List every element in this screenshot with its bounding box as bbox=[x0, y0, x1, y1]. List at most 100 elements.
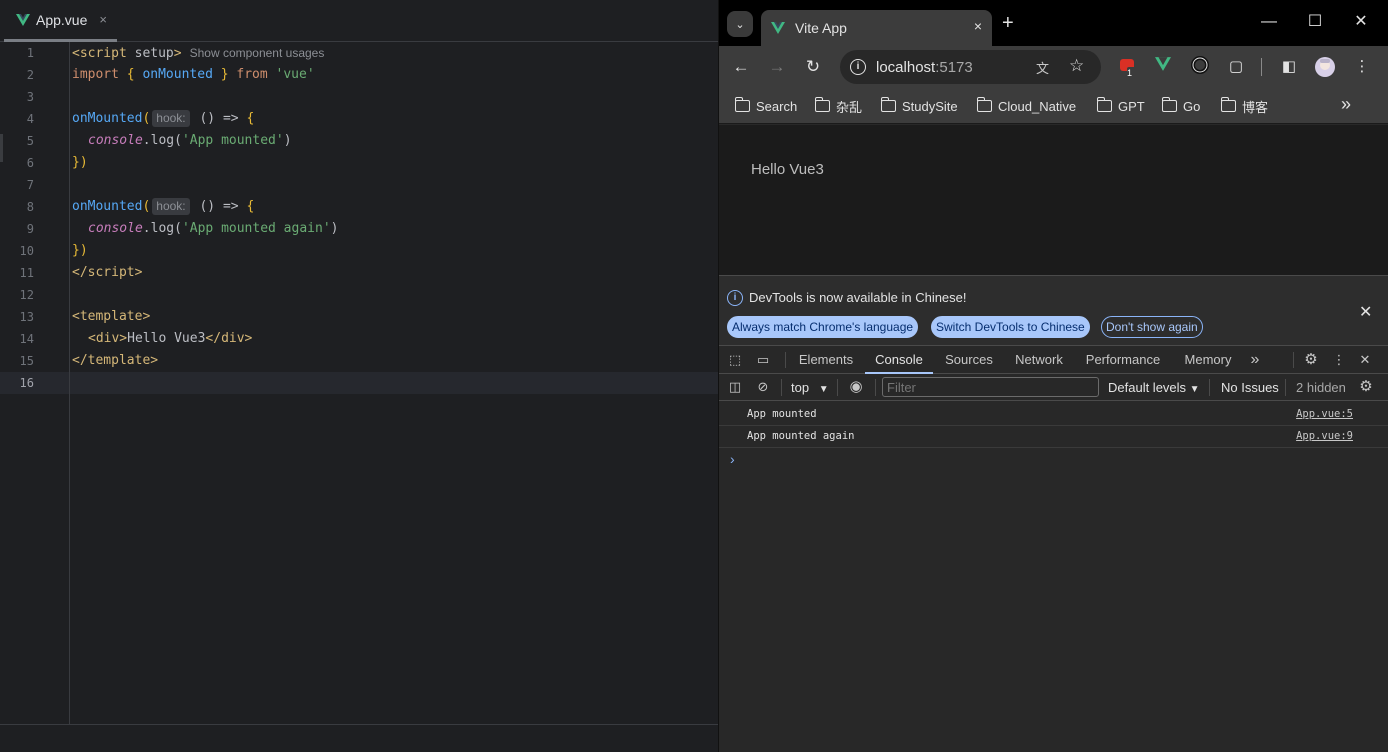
sidebar-toggle-icon[interactable]: ◫ bbox=[726, 378, 744, 396]
close-icon[interactable]: × bbox=[99, 12, 107, 27]
info-icon: i bbox=[727, 290, 743, 306]
code-token: script bbox=[87, 265, 135, 280]
code-token: Hello Vue3 bbox=[127, 331, 206, 346]
bookmarks-overflow-icon[interactable]: » bbox=[1341, 94, 1351, 115]
code-token: onMounted bbox=[72, 199, 143, 214]
code-line: </script> bbox=[72, 262, 142, 284]
code-line: <script setup> Show component usages bbox=[72, 42, 324, 64]
tab-console[interactable]: Console bbox=[865, 346, 933, 374]
code-line: import { onMounted } from 'vue' bbox=[72, 64, 315, 86]
code-token: > bbox=[142, 309, 151, 324]
more-tabs-icon[interactable]: » bbox=[1245, 346, 1265, 374]
log-levels-label: Default levels bbox=[1108, 380, 1187, 395]
settings-gear-icon[interactable]: ⚙ bbox=[1302, 351, 1320, 369]
extensions-puzzle-icon[interactable]: ▢ bbox=[1225, 56, 1247, 78]
code-line: console.log('App mounted') bbox=[88, 130, 292, 152]
minimize-button[interactable]: — bbox=[1257, 10, 1281, 34]
avatar-icon bbox=[1315, 57, 1335, 77]
console-message-text: App mounted again bbox=[747, 430, 855, 442]
code-token: > bbox=[173, 46, 182, 61]
parameter-hint: hook: bbox=[152, 198, 190, 215]
vue-favicon-icon bbox=[771, 22, 785, 34]
console-message: App mounted again App.vue:9 bbox=[719, 426, 1388, 448]
bookmark-folder-cloud-native[interactable]: Cloud_Native bbox=[976, 96, 1077, 116]
line-number: 11 bbox=[19, 266, 34, 280]
always-match-language-button[interactable]: Always match Chrome's language bbox=[727, 316, 919, 338]
tab-elements[interactable]: Elements bbox=[795, 346, 857, 374]
bookmark-label: 博客 bbox=[1242, 99, 1269, 115]
bookmark-label: GPT bbox=[1118, 98, 1145, 114]
code-line: }) bbox=[72, 240, 88, 262]
circle-extension-icon[interactable] bbox=[1189, 56, 1211, 78]
profile-avatar[interactable] bbox=[1314, 56, 1336, 78]
new-tab-button[interactable]: + bbox=[1002, 12, 1014, 34]
forward-arrow-icon[interactable]: → bbox=[765, 55, 789, 79]
folder-icon bbox=[814, 97, 830, 112]
tab-performance[interactable]: Performance bbox=[1081, 346, 1165, 374]
tab-search-button[interactable]: ⌄ bbox=[727, 11, 753, 37]
console-prompt[interactable]: › bbox=[730, 451, 735, 467]
log-levels-dropdown[interactable]: Default levels ▼ bbox=[1108, 374, 1200, 401]
context-selector[interactable]: top ▼ bbox=[791, 374, 829, 401]
code-token: .log( bbox=[142, 133, 182, 148]
console-filter-input[interactable] bbox=[882, 377, 1099, 397]
browser-tab-vite-app[interactable]: Vite App × bbox=[761, 10, 992, 46]
devtools-language-infobar: i DevTools is now available in Chinese! … bbox=[719, 276, 1388, 346]
close-devtools-icon[interactable]: ✕ bbox=[1356, 351, 1374, 369]
code-token: setup bbox=[126, 46, 174, 61]
side-panel-icon[interactable]: ◧ bbox=[1278, 56, 1300, 78]
close-icon[interactable]: × bbox=[974, 18, 982, 34]
code-token: ) bbox=[330, 221, 339, 236]
console-source-link[interactable]: App.vue:9 bbox=[1296, 430, 1353, 442]
code-token: import bbox=[72, 67, 119, 82]
tab-sources[interactable]: Sources bbox=[941, 346, 997, 374]
code-area[interactable]: <script setup> Show component usages impo… bbox=[70, 42, 718, 724]
device-toolbar-icon[interactable]: ▭ bbox=[754, 351, 772, 369]
browser-toolbar: ← → ↻ i localhost:5173 文 ☆ 1 ▢ ◧ ⋮ bbox=[719, 46, 1388, 88]
clear-console-icon[interactable]: ⊘ bbox=[754, 378, 772, 396]
inspect-element-icon[interactable]: ⬚ bbox=[726, 351, 744, 369]
bookmark-star-icon[interactable]: ☆ bbox=[1069, 56, 1084, 76]
line-number: 2 bbox=[26, 68, 34, 82]
editor-tab-app-vue[interactable]: App.vue × bbox=[4, 0, 117, 42]
maximize-button[interactable]: ☐ bbox=[1303, 10, 1327, 34]
tab-network[interactable]: Network bbox=[1007, 346, 1071, 374]
code-token: </ bbox=[72, 265, 88, 280]
switch-to-chinese-button[interactable]: Switch DevTools to Chinese bbox=[931, 316, 1090, 338]
console-source-link[interactable]: App.vue:5 bbox=[1296, 408, 1353, 420]
reload-icon[interactable]: ↻ bbox=[801, 55, 825, 79]
devtools-panel: i DevTools is now available in Chinese! … bbox=[719, 275, 1388, 752]
parameter-hint: hook: bbox=[152, 110, 190, 127]
dont-show-again-button[interactable]: Don't show again bbox=[1101, 316, 1203, 338]
site-info-icon[interactable]: i bbox=[850, 59, 866, 75]
bookmark-label: Cloud_Native bbox=[998, 98, 1077, 114]
bookmark-folder-gpt[interactable]: GPT bbox=[1096, 96, 1145, 116]
bookmark-folder-go[interactable]: Go bbox=[1161, 96, 1200, 116]
code-line: </template> bbox=[72, 350, 158, 372]
bookmark-folder-misc[interactable]: 杂乱 bbox=[814, 96, 862, 116]
line-number: 16 bbox=[19, 376, 34, 390]
console-settings-gear-icon[interactable]: ⚙ bbox=[1357, 378, 1375, 396]
line-number: 7 bbox=[26, 178, 34, 192]
close-icon[interactable]: ✕ bbox=[1359, 302, 1372, 322]
window-close-button[interactable]: ✕ bbox=[1349, 10, 1373, 34]
eye-icon[interactable]: ◉ bbox=[847, 378, 865, 396]
show-usages-hint[interactable]: Show component usages bbox=[190, 46, 325, 60]
issues-button[interactable]: No Issues bbox=[1221, 374, 1279, 401]
code-token: } bbox=[212, 67, 237, 82]
vue-devtools-icon[interactable] bbox=[1152, 56, 1174, 78]
back-arrow-icon[interactable]: ← bbox=[729, 55, 753, 79]
tab-memory[interactable]: Memory bbox=[1177, 346, 1239, 374]
bookmark-folder-blog[interactable]: 博客 bbox=[1220, 96, 1269, 116]
translate-icon[interactable]: 文 bbox=[1036, 58, 1049, 77]
more-vert-icon[interactable]: ⋮ bbox=[1330, 351, 1348, 369]
address-bar[interactable]: i localhost:5173 文 ☆ bbox=[840, 50, 1101, 84]
more-vert-icon[interactable]: ⋮ bbox=[1351, 56, 1373, 78]
bookmark-folder-studysite[interactable]: StudySite bbox=[880, 96, 958, 116]
folder-icon bbox=[734, 97, 750, 112]
bookmark-folder-search[interactable]: Search bbox=[734, 96, 797, 116]
console-toolbar: ◫ ⊘ top ▼ ◉ Default levels ▼ No Issues 2… bbox=[719, 374, 1388, 401]
line-number: 15 bbox=[19, 354, 34, 368]
code-editor: App.vue × 1 2 3 4 5 6 7 8 9 10 11 12 13 … bbox=[0, 0, 718, 752]
devtools-tab-bar: ⬚ ▭ Elements Console Sources Network Per… bbox=[719, 346, 1388, 374]
